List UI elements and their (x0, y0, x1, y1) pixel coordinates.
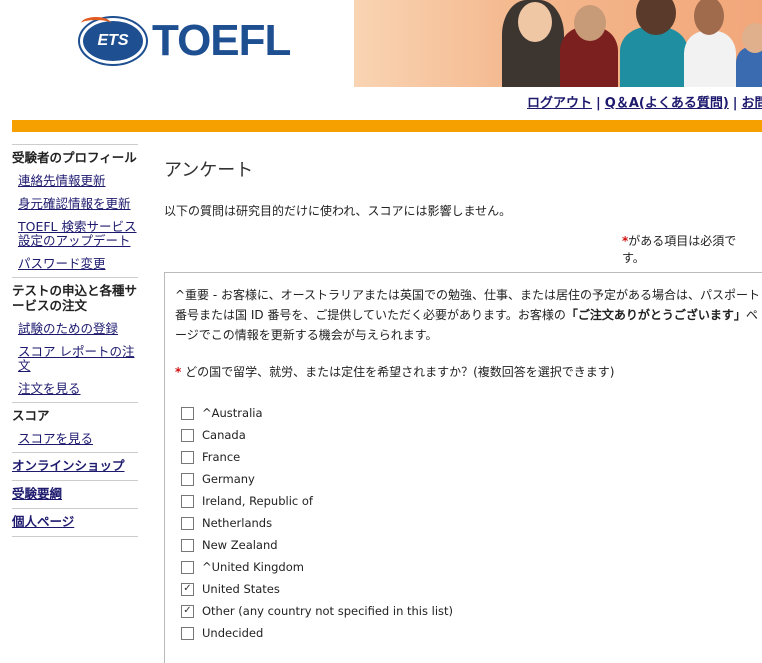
sidebar-link-view-scores[interactable]: スコアを見る (18, 432, 138, 446)
faq-link[interactable]: Q＆A(よくある質問) (605, 96, 729, 111)
sidebar-link-search-service[interactable]: TOEFL 検索サービス設定のアップデート (18, 220, 138, 248)
intro-text: 以下の質問は研究目的だけに使われ、スコアには影響しません。 (164, 204, 512, 218)
country-option[interactable]: Netherlands (181, 516, 272, 530)
required-note-text: がある項目は必須です。 (622, 234, 737, 265)
country-option-label: New Zealand (202, 538, 278, 552)
country-checkbox-checked[interactable]: ✓ (181, 604, 194, 618)
country-question: * どの国で留学、就労、または定住を希望されますか？(複数回答を選択できます) (175, 363, 614, 380)
ets-logo: ETS (80, 17, 146, 64)
country-option-label: Ireland, Republic of (202, 494, 313, 508)
country-checkbox[interactable] (181, 538, 194, 552)
country-checkbox[interactable] (181, 406, 194, 420)
sidebar-link-personal-page[interactable]: 個人ページ (12, 514, 138, 530)
sidebar-link-update-contact[interactable]: 連絡先情報更新 (18, 174, 138, 188)
country-checkbox[interactable] (181, 472, 194, 486)
accent-bar (12, 120, 762, 132)
contact-link[interactable]: お問 (742, 96, 762, 111)
sidebar-section-personal: 個人ページ (12, 508, 138, 537)
country-option-label: Canada (202, 428, 246, 442)
banner-person (620, 0, 688, 87)
survey-question-box: ^重要 - お客様に、オーストラリアまたは英国での勉強、仕事、または居住の予定が… (164, 272, 762, 663)
sidebar-link-update-id[interactable]: 身元確認情報を更新 (18, 197, 138, 211)
toefl-logo-text: TOEFL (152, 16, 291, 65)
notice-bold-text: 「ご注文ありがとうございます」 (565, 308, 746, 322)
sidebar-section-title: 受験者のプロフィール (12, 150, 137, 165)
important-notice: ^重要 - お客様に、オーストラリアまたは英国での勉強、仕事、または居住の予定が… (175, 285, 761, 345)
ets-toefl-logo: ETS TOEFL (80, 16, 291, 66)
country-option-label: ^Australia (202, 406, 263, 420)
page-title: アンケート (164, 160, 254, 181)
main-content: アンケート 以下の質問は研究目的だけに使われ、スコアには影響しません。 *がある… (164, 156, 762, 663)
banner-person (502, 0, 564, 87)
sidebar-section-guide: 受験要綱 (12, 480, 138, 508)
country-option[interactable]: Undecided (181, 626, 263, 640)
country-option[interactable]: ^United Kingdom (181, 560, 304, 574)
country-option[interactable]: New Zealand (181, 538, 278, 552)
sidebar-link-view-orders[interactable]: 注文を見る (18, 382, 138, 396)
country-checkbox[interactable] (181, 560, 194, 574)
sidebar-nav: 受験者のプロフィール 連絡先情報更新 身元確認情報を更新 TOEFL 検索サービ… (12, 144, 138, 537)
banner-person (560, 5, 618, 87)
logout-link[interactable]: ログアウト (527, 96, 592, 111)
sidebar-link-order-score-report[interactable]: スコア レポートの注文 (18, 345, 138, 373)
country-option[interactable]: Germany (181, 472, 255, 486)
question-text: どの国で留学、就労、または定住を希望されますか？(複数回答を選択できます) (185, 365, 615, 379)
sidebar-section-orders: テストの申込と各種サービスの注文 試験のための登録 スコア レポートの注文 注文… (12, 277, 138, 402)
sidebar-section-title: スコア (12, 408, 50, 423)
country-checkbox[interactable] (181, 450, 194, 464)
banner-person (684, 0, 736, 87)
sidebar-link-bulletin[interactable]: 受験要綱 (12, 486, 138, 502)
country-option-label: Netherlands (202, 516, 273, 530)
required-star: * (175, 365, 182, 379)
sidebar-section-title: テストの申込と各種サービスの注文 (12, 283, 138, 313)
country-checkbox[interactable] (181, 428, 194, 442)
sidebar-section-scores: スコア スコアを見る (12, 402, 138, 452)
sidebar-section-shop: オンラインショップ (12, 452, 138, 480)
banner-person (736, 23, 762, 87)
header-banner-photo (354, 0, 762, 87)
country-option[interactable]: ^Australia (181, 406, 263, 420)
country-checkbox[interactable] (181, 516, 194, 530)
country-option-label: ^United Kingdom (202, 560, 304, 574)
sidebar-link-register-test[interactable]: 試験のための登録 (18, 322, 138, 336)
country-option-label: Germany (202, 472, 255, 486)
separator: | (732, 96, 738, 111)
separator: | (596, 96, 601, 111)
country-option-label: Other (any country not specified in this… (202, 604, 454, 618)
country-option-label: United States (202, 582, 280, 596)
country-option-label: Undecided (202, 626, 264, 640)
country-checkbox[interactable] (181, 494, 194, 508)
country-option[interactable]: France (181, 450, 240, 464)
sidebar-section-profile: 受験者のプロフィール 連絡先情報更新 身元確認情報を更新 TOEFL 検索サービ… (12, 144, 138, 277)
country-option[interactable]: Ireland, Republic of (181, 494, 313, 508)
country-option-label: France (202, 450, 241, 464)
country-checkbox-checked[interactable]: ✓ (181, 582, 194, 596)
required-note: *がある項目は必須です。 (622, 233, 752, 267)
top-links: ログアウト | Q＆A(よくある質問) | お問 (527, 92, 762, 111)
sidebar-link-online-shop[interactable]: オンラインショップ (12, 458, 138, 474)
sidebar-link-change-password[interactable]: パスワード変更 (18, 257, 138, 271)
country-option[interactable]: ✓ United States (181, 582, 280, 596)
country-option[interactable]: Canada (181, 428, 246, 442)
country-option[interactable]: ✓ Other (any country not specified in thi… (181, 604, 453, 618)
country-checkbox[interactable] (181, 626, 194, 640)
